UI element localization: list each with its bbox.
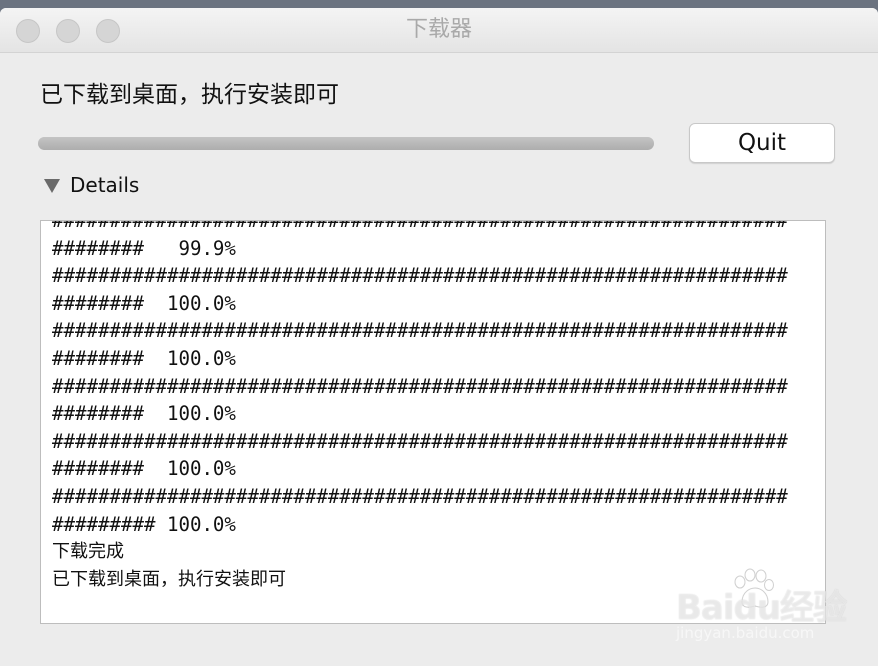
progress-bar [38,137,654,150]
watermark-brand: Baidu经验 [676,588,847,628]
log-line: ######## 100.0% [52,402,236,426]
log-status-line: 下载完成 [52,541,124,563]
baidu-jingyan-watermark: Baidu经验 jingyan.baidu.com [672,568,872,648]
log-line: ########################################… [52,429,788,453]
details-disclosure[interactable]: Details [44,172,139,198]
log-line: ######## 100.0% [52,346,236,370]
watermark-url: jingyan.baidu.com [676,624,815,642]
progress-bar-fill [38,137,654,150]
title-bar[interactable]: 下载器 [0,8,878,53]
log-line: ########################################… [52,264,788,288]
status-message: 已下载到桌面，执行安装即可 [40,82,339,108]
log-line: ######## 100.0% [52,291,236,315]
log-line: ########################################… [52,484,788,508]
details-label: Details [70,173,140,197]
details-log-view[interactable]: ########################################… [40,220,826,624]
disclosure-triangle-icon[interactable] [44,179,60,193]
log-line: ######## 99.9% [52,236,236,260]
log-content: ########################################… [52,220,825,594]
log-line: ######## 100.0% [52,457,236,481]
log-line: ########################################… [52,374,788,398]
log-line: ######### 100.0% [52,512,236,536]
log-line: ########################################… [52,220,788,232]
window-title: 下载器 [405,17,472,42]
log-line: ########################################… [52,319,788,343]
quit-button[interactable]: Quit [689,123,835,163]
